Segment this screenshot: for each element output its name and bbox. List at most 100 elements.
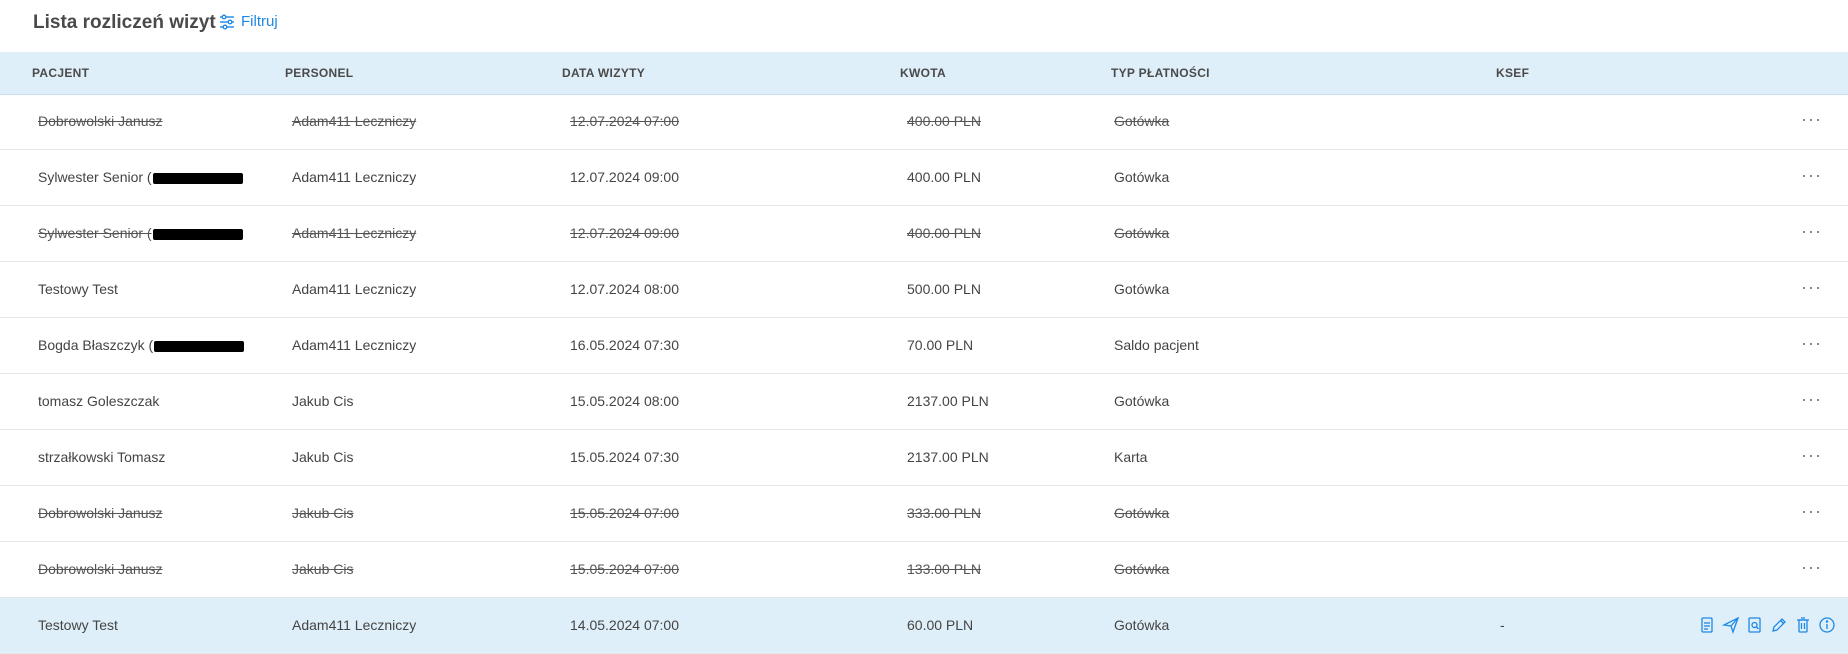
visit-date-cell: 12.07.2024 08:00 — [570, 262, 679, 317]
staff-cell-text: Jakub Cis — [292, 505, 354, 521]
visit-date-cell-text: 15.05.2024 07:00 — [570, 505, 679, 521]
column-staff[interactable]: PERSONEL — [285, 52, 353, 94]
patient-cell-text: Sylwester Senior ( — [38, 169, 152, 185]
row-menu-button[interactable]: ··· — [1801, 542, 1822, 597]
patient-cell-text: Testowy Test — [38, 281, 118, 297]
payment-type-cell-text: Gotówka — [1114, 281, 1170, 297]
patient-cell: Testowy Test — [38, 598, 118, 653]
payment-type-cell: Gotówka — [1114, 486, 1169, 541]
payment-type-cell-text: Gotówka — [1114, 505, 1170, 521]
staff-cell: Adam411 Leczniczy — [292, 150, 416, 205]
visit-date-cell: 16.05.2024 07:30 — [570, 318, 679, 373]
row-menu-button[interactable]: ··· — [1801, 150, 1822, 205]
redacted-id — [152, 228, 243, 240]
column-amount[interactable]: KWOTA — [900, 52, 946, 94]
visit-date-cell-text: 15.05.2024 07:30 — [570, 449, 679, 465]
amount-cell-text: 500.00 PLN — [907, 281, 981, 297]
page-header: Lista rozliczeń wizyt Filtruj — [0, 0, 1848, 52]
amount-cell: 2137.00 PLN — [907, 374, 989, 429]
filter-label: Filtruj — [241, 13, 278, 30]
payment-type-cell-text: Gotówka — [1114, 617, 1170, 633]
amount-cell-text: 2137.00 PLN — [907, 393, 989, 409]
column-payment-type[interactable]: TYP PŁATNOŚCI — [1111, 52, 1210, 94]
trash-icon[interactable] — [1794, 616, 1812, 634]
patient-cell-text: Testowy Test — [38, 617, 118, 633]
table-row[interactable]: Sylwester Senior ( Adam411 Leczniczy 12.07… — [0, 150, 1848, 206]
payment-type-cell: Karta — [1114, 430, 1147, 485]
amount-cell: 400.00 PLN — [907, 206, 981, 261]
table-row[interactable]: Bogda Błaszczyk ( Adam411 Leczniczy 16.05.… — [0, 318, 1848, 374]
row-menu-button[interactable]: ··· — [1801, 430, 1822, 485]
patient-cell-text: tomasz Goleszczak — [38, 393, 160, 409]
row-menu-button[interactable]: ··· — [1801, 318, 1822, 373]
table-row[interactable]: tomasz Goleszczak Jakub Cis 15.05.2024 08:… — [0, 374, 1848, 430]
column-ksef[interactable]: KSEF — [1496, 52, 1529, 94]
visit-date-cell: 12.07.2024 09:00 — [570, 150, 679, 205]
visit-date-cell-text: 12.07.2024 09:00 — [570, 225, 679, 241]
visit-date-cell: 12.07.2024 09:00 — [570, 206, 679, 261]
staff-cell-text: Adam411 Leczniczy — [292, 113, 417, 129]
row-menu-button[interactable]: ··· — [1801, 262, 1822, 317]
payment-type-cell: Gotówka — [1114, 94, 1169, 149]
table-row[interactable]: Dobrowolski Janusz Jakub Cis 15.05.2024 07… — [0, 542, 1848, 598]
patient-cell: Sylwester Senior ( — [38, 206, 243, 261]
redacted-id — [152, 172, 243, 184]
payment-type-cell: Gotówka — [1114, 542, 1169, 597]
amount-cell-text: 400.00 PLN — [907, 113, 981, 129]
send-icon[interactable] — [1721, 616, 1740, 634]
table-row[interactable]: Testowy Test Adam411 Leczniczy 14.05.2024 … — [0, 598, 1848, 654]
filter-button[interactable]: Filtruj — [219, 13, 278, 30]
staff-cell-text: Adam411 Leczniczy — [292, 617, 417, 633]
payment-type-cell: Gotówka — [1114, 374, 1169, 429]
amount-cell-text: 70.00 PLN — [907, 337, 974, 353]
patient-cell: Dobrowolski Janusz — [38, 542, 163, 597]
amount-cell-text: 133.00 PLN — [907, 561, 981, 577]
amount-cell: 133.00 PLN — [907, 542, 981, 597]
payment-type-cell: Saldo pacjent — [1114, 318, 1199, 373]
visit-date-cell: 15.05.2024 08:00 — [570, 374, 679, 429]
patient-cell: Bogda Błaszczyk ( — [38, 318, 245, 373]
preview-icon[interactable] — [1746, 616, 1764, 634]
payment-type-cell-text: Gotówka — [1114, 169, 1170, 185]
visit-date-cell-text: 15.05.2024 07:00 — [570, 561, 679, 577]
patient-cell: Testowy Test — [38, 262, 118, 317]
staff-cell-text: Jakub Cis — [292, 393, 354, 409]
table-row[interactable]: Sylwester Senior ( Adam411 Leczniczy 12.07… — [0, 206, 1848, 262]
staff-cell-text: Adam411 Leczniczy — [292, 169, 417, 185]
edit-icon[interactable] — [1770, 616, 1788, 634]
table-row[interactable]: Testowy Test Adam411 Leczniczy 12.07.2024 … — [0, 262, 1848, 318]
amount-cell: 2137.00 PLN — [907, 430, 989, 485]
patient-cell: Dobrowolski Janusz — [38, 94, 163, 149]
staff-cell: Adam411 Leczniczy — [292, 206, 416, 261]
column-patient[interactable]: PACJENT — [32, 52, 89, 94]
row-menu-button[interactable]: ··· — [1801, 206, 1822, 261]
visit-date-cell: 15.05.2024 07:00 — [570, 486, 679, 541]
payment-type-cell: Gotówka — [1114, 150, 1169, 205]
ksef-cell-text: - — [1500, 617, 1505, 633]
row-menu-button[interactable]: ··· — [1801, 94, 1822, 149]
patient-cell-text: Bogda Błaszczyk ( — [38, 337, 154, 353]
row-menu-button[interactable]: ··· — [1801, 486, 1822, 541]
staff-cell: Adam411 Leczniczy — [292, 262, 416, 317]
table-row[interactable]: strzałkowski Tomasz Jakub Cis 15.05.2024 0… — [0, 430, 1848, 486]
payment-type-cell-text: Gotówka — [1114, 225, 1170, 241]
patient-cell: Dobrowolski Janusz — [38, 486, 163, 541]
staff-cell: Jakub Cis — [292, 374, 353, 429]
patient-cell-text: Dobrowolski Janusz — [38, 561, 163, 577]
payment-type-cell-text: Karta — [1114, 449, 1148, 465]
visit-date-cell: 14.05.2024 07:00 — [570, 598, 679, 653]
visit-date-cell-text: 12.07.2024 08:00 — [570, 281, 679, 297]
staff-cell: Adam411 Leczniczy — [292, 318, 416, 373]
row-menu-button[interactable]: ··· — [1801, 374, 1822, 429]
visit-date-cell-text: 15.05.2024 08:00 — [570, 393, 679, 409]
column-visit-date[interactable]: DATA WIZYTY — [562, 52, 645, 94]
visit-date-cell-text: 12.07.2024 07:00 — [570, 113, 679, 129]
table-row[interactable]: Dobrowolski Janusz Adam411 Leczniczy 12.07… — [0, 94, 1848, 150]
amount-cell-text: 400.00 PLN — [907, 225, 981, 241]
staff-cell-text: Adam411 Leczniczy — [292, 225, 417, 241]
table-body: Dobrowolski Janusz Adam411 Leczniczy 12.07… — [0, 94, 1848, 654]
info-icon[interactable] — [1818, 616, 1836, 634]
amount-cell-text: 2137.00 PLN — [907, 449, 989, 465]
document-icon[interactable] — [1698, 616, 1716, 634]
table-row[interactable]: Dobrowolski Janusz Jakub Cis 15.05.2024 07… — [0, 486, 1848, 542]
